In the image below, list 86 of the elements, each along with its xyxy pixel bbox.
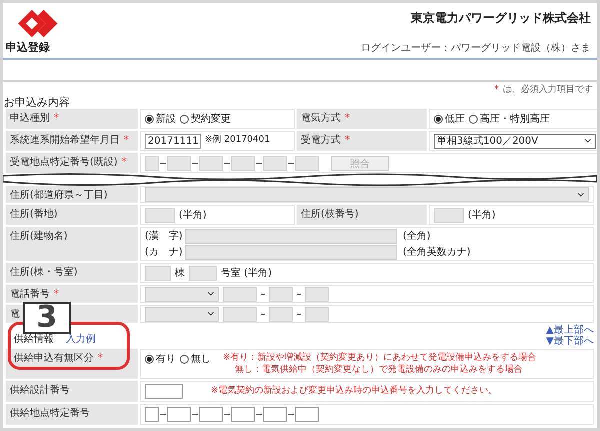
radio-button[interactable] [145, 114, 154, 124]
input-note: (全角英数カナ) [403, 246, 471, 260]
input-field[interactable] [185, 228, 397, 244]
input-field[interactable] [185, 244, 397, 260]
login-user: ログインユーザー：パワーグリッド電設（株）さま [361, 42, 591, 56]
field-label: 申込種別 [10, 113, 50, 124]
section-title: お申込み内容 [3, 97, 71, 109]
logo-icon [16, 8, 60, 40]
input-prefix: (カ ナ) [145, 246, 184, 260]
radio-label: 契約変更 [191, 112, 231, 126]
note-text: ※電気契約の新設および変更申込み時の申込番号を入力してください。 [211, 384, 498, 398]
required-note: は、必須入力項目です [503, 85, 593, 95]
page-title: 申込登録 [6, 40, 51, 56]
field-label: 供給申込有無区分 [14, 353, 94, 364]
field-label: 住所(都道府県～丁目) [10, 190, 108, 201]
radio-label: 新設 [156, 112, 176, 126]
input-field[interactable] [263, 407, 287, 422]
company-name: 東京電力パワーグリッド株式会社 [411, 10, 591, 27]
field-label: 供給設計番号 [10, 385, 70, 396]
input-field[interactable] [295, 407, 319, 422]
input-field[interactable] [295, 156, 319, 170]
radio-label: 低圧 [445, 112, 465, 126]
select-field[interactable]: 単相3線式100／200V [434, 134, 596, 148]
input-field[interactable] [231, 407, 255, 422]
input-prefix: (漢 字) [145, 230, 184, 244]
input-field[interactable] [231, 156, 255, 170]
example-link[interactable]: 入力例 [66, 332, 96, 347]
input-field[interactable] [145, 208, 175, 222]
input-field[interactable] [305, 306, 329, 322]
select-field[interactable] [145, 306, 219, 322]
unit-label: 棟 [175, 266, 185, 280]
input-field[interactable] [167, 407, 191, 422]
input-field[interactable]: 20171111 [145, 134, 201, 148]
field-label: 住所(棟・号室) [10, 267, 78, 278]
field-label: 電気方式 [301, 113, 341, 124]
radio-button[interactable] [180, 355, 189, 364]
required-mark: * [345, 135, 350, 146]
field-label: 電 [10, 309, 20, 320]
input-field[interactable] [199, 156, 223, 170]
radio-label: 高圧・特別高圧 [480, 112, 550, 126]
note-text: 無し：電気供給中（契約変更なし）で発電設備のみの申込みをする場合 [234, 364, 524, 376]
input-field[interactable] [269, 286, 293, 302]
input-note: (半角) [468, 208, 496, 222]
field-label: 住所(建物名) [10, 231, 68, 242]
radio-button[interactable] [180, 114, 189, 124]
radio-button[interactable] [434, 114, 443, 124]
input-field[interactable] [145, 266, 171, 280]
input-field[interactable] [223, 306, 257, 322]
nav-link[interactable]: ▲最上部へ [546, 325, 594, 336]
field-label: 受電地点特定番号(既設) [10, 157, 118, 168]
input-field[interactable] [145, 407, 159, 422]
field-label: 住所(枝番号) [301, 209, 359, 220]
input-field[interactable] [305, 286, 329, 302]
radio-button[interactable] [145, 355, 154, 364]
radio-button[interactable] [469, 114, 478, 124]
required-mark: * [98, 353, 103, 364]
input-field[interactable] [189, 266, 217, 280]
field-label: 電話番号 [10, 289, 50, 300]
step-badge: 3 [23, 302, 71, 334]
note-text: ※有り：新設や増減設（契約変更あり）にあわせて発電設備申込みをする場合 [223, 352, 537, 364]
field-label: 系統連系開始希望年月日 [10, 135, 120, 146]
nav-link[interactable]: ▼最下部へ [546, 336, 594, 347]
required-mark: * [345, 113, 350, 124]
required-mark: * [122, 157, 127, 168]
field-label: 供給地点特定番号 [10, 408, 90, 419]
input-field[interactable] [269, 306, 293, 322]
input-note: (全角) [403, 230, 431, 244]
input-field[interactable] [167, 156, 191, 170]
select-field[interactable] [145, 286, 219, 302]
radio-label: 無し [191, 353, 211, 367]
date-hint: ※例 20170401 [205, 134, 270, 148]
required-mark: * [494, 85, 499, 95]
required-mark: * [124, 135, 129, 146]
required-mark: * [54, 113, 59, 124]
field-label: 受電方式 [301, 135, 341, 146]
radio-label: 有り [156, 353, 176, 367]
input-field[interactable] [434, 208, 464, 222]
unit-label: 号室 (半角) [221, 266, 272, 280]
section-title: 供給情報 [14, 333, 54, 347]
input-field[interactable] [199, 407, 223, 422]
input-field[interactable] [145, 384, 183, 399]
input-field[interactable] [263, 156, 287, 170]
field-label: 住所(番地) [10, 209, 58, 220]
input-note: (半角) [179, 208, 207, 222]
required-mark: * [54, 289, 59, 300]
input-field[interactable] [223, 286, 257, 302]
